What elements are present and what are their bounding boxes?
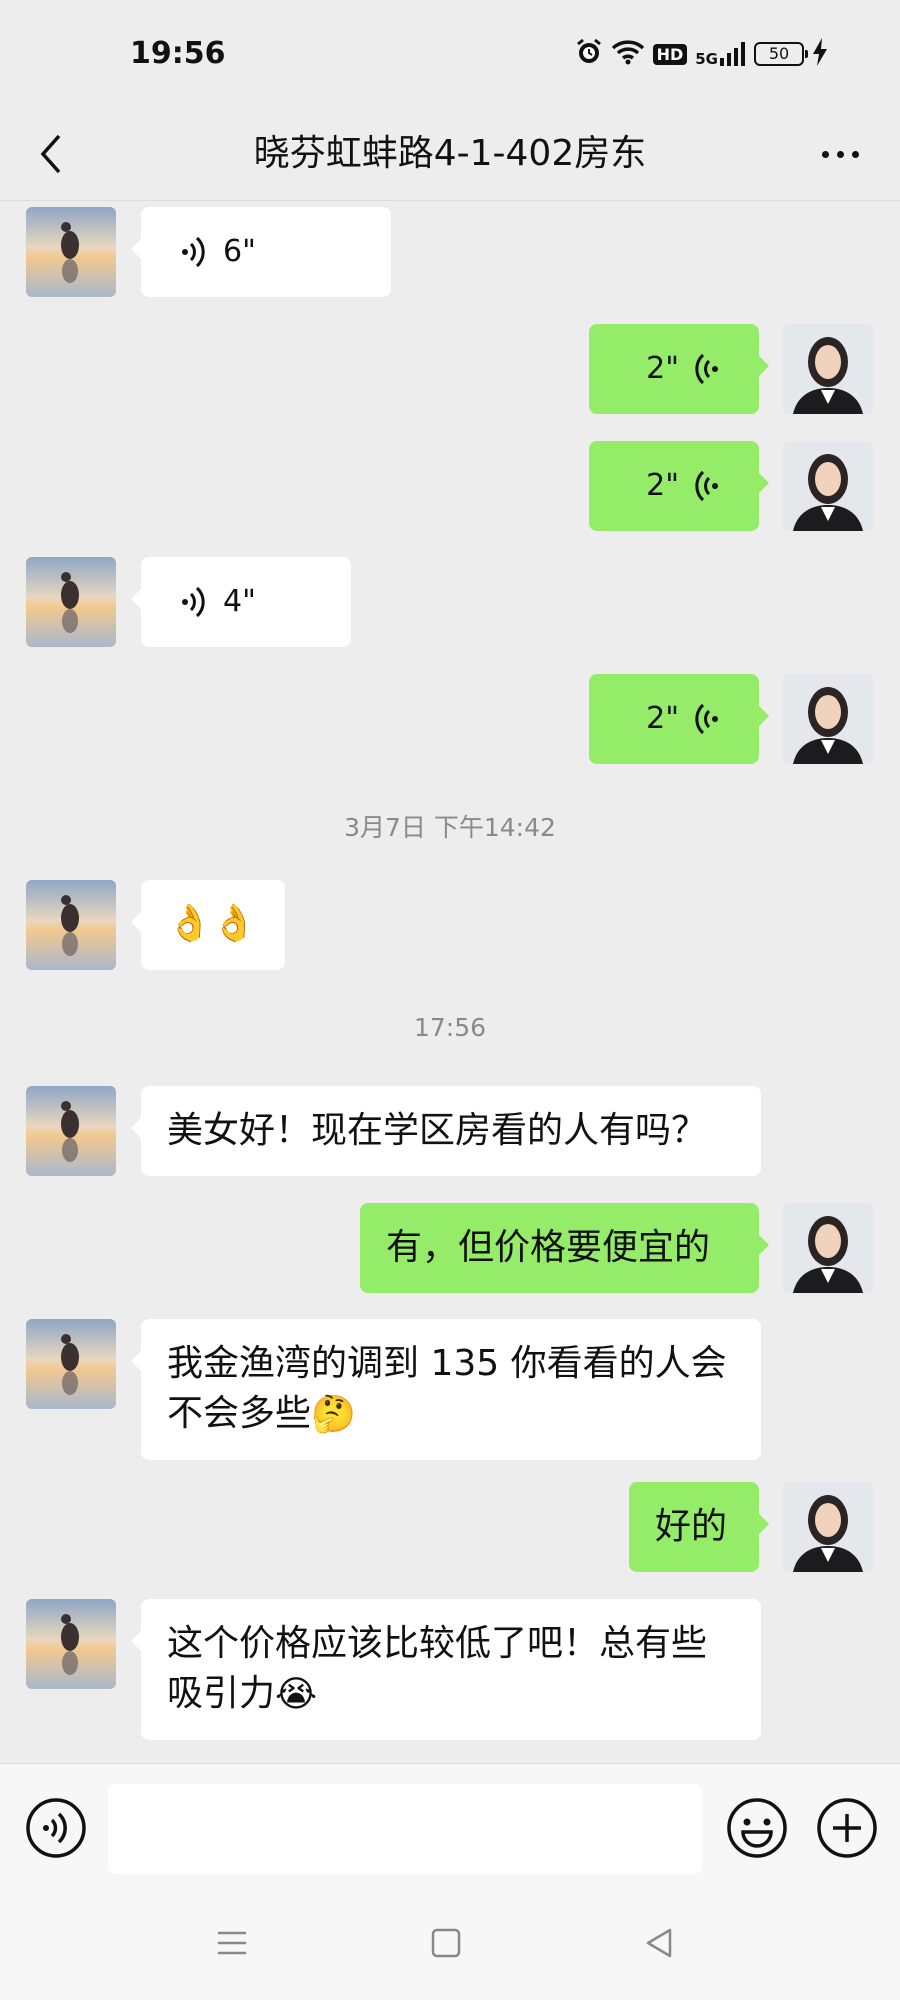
status-time: 19:56 [130,36,226,71]
landlord-avatar[interactable] [26,1599,116,1689]
ok-hand-emoji: 👌👌 [167,903,257,944]
emoji-message-in[interactable]: 👌👌 [131,880,285,970]
emoji-icon [727,1798,787,1858]
alarm-icon [575,38,603,70]
message-text: 我金渔湾的调到 135 你看看的人会不会多些 [167,1343,727,1434]
voice-message-in[interactable]: 6" [131,207,391,297]
landlord-avatar[interactable] [26,880,116,970]
voice-duration: 4" [223,584,256,619]
landlord-avatar[interactable] [26,207,116,297]
text-message-out[interactable]: 好的 [629,1482,769,1572]
menu-button[interactable] [212,1923,252,1967]
voice-message-out[interactable]: 2" [589,324,769,414]
system-nav-bar [0,1893,900,2000]
my-avatar[interactable] [783,1203,873,1293]
text-message-in[interactable]: 这个价格应该比较低了吧！总有些吸引力😭 [131,1599,761,1740]
plus-icon [817,1798,877,1858]
system-back-button[interactable] [640,1923,680,1967]
charging-icon [812,38,828,70]
back-triangle-icon [646,1928,672,1958]
thinking-face-emoji: 🤔 [311,1394,356,1435]
message-text: 好的 [655,1506,728,1547]
my-avatar[interactable] [783,1482,873,1572]
voice-wave-icon [695,470,718,502]
more-icon [821,150,829,158]
landlord-avatar[interactable] [26,557,116,647]
home-button[interactable] [426,1923,466,1967]
text-message-out[interactable]: 有，但价格要便宜的 [360,1203,769,1293]
wifi-icon [611,39,645,69]
voice-message-in[interactable]: 4" [131,557,351,647]
voice-message-out[interactable]: 2" [589,441,769,531]
voice-duration: 2" [646,351,679,386]
voice-wave-icon [695,353,718,385]
input-bar [0,1763,900,1894]
message-text: 美女好！现在学区房看的人有吗？ [167,1110,708,1151]
chat-title: 晓芬虹蚌路4-1-402房东 [253,133,647,174]
voice-message-out[interactable]: 2" [589,674,769,764]
more-button[interactable] [804,124,876,184]
voice-wave-icon [182,586,205,618]
message-text: 有，但价格要便宜的 [386,1227,711,1268]
network-type: 5G [695,50,718,68]
signal-icon: 5G [695,42,746,68]
message-input[interactable] [108,1784,702,1874]
voice-duration: 6" [223,234,256,269]
voice-duration: 2" [646,468,679,503]
timestamp: 3月7日 下午14:42 [344,813,556,842]
voice-toggle-button[interactable] [24,1796,88,1864]
text-message-in[interactable]: 美女好！现在学区房看的人有吗？ [131,1086,761,1176]
crying-face-emoji: 😭 [275,1674,318,1715]
emoji-button[interactable] [725,1796,789,1864]
hd-badge: HD [652,43,688,65]
timestamp: 17:56 [413,1013,487,1042]
voice-icon [26,1798,86,1858]
landlord-avatar[interactable] [26,1319,116,1409]
my-avatar[interactable] [783,674,873,764]
status-icons: HD 5G 50 [575,38,828,70]
battery-icon: 50 [754,42,808,66]
home-icon [431,1928,461,1958]
voice-duration: 2" [646,701,679,736]
my-avatar[interactable] [783,441,873,531]
status-bar: 19:56 HD 5G 50 [0,0,900,110]
more-icon-dot [851,150,859,158]
voice-wave-icon [695,703,718,735]
voice-wave-icon [182,236,205,268]
more-actions-button[interactable] [815,1796,879,1864]
my-avatar[interactable] [783,324,873,414]
chat-header: 晓芬虹蚌路4-1-402房东 [0,110,900,201]
message-text: 这个价格应该比较低了吧！总有些吸引力 [167,1623,708,1714]
landlord-avatar[interactable] [26,1086,116,1176]
more-icon-dot [836,150,844,158]
menu-icon [218,1931,246,1955]
text-message-in[interactable]: 我金渔湾的调到 135 你看看的人会不会多些🤔 [131,1319,761,1460]
